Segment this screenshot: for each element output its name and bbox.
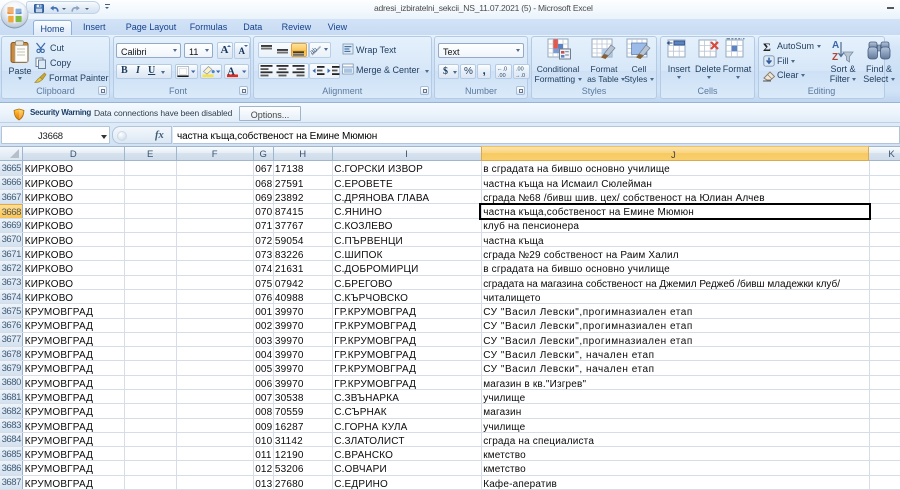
svg-text:ab: ab — [310, 46, 319, 56]
svg-text:←.0: ←.0 — [497, 67, 507, 73]
svg-text:.00: .00 — [498, 73, 506, 78]
svg-text:A: A — [832, 40, 839, 51]
svg-text:Z: Z — [832, 52, 838, 63]
